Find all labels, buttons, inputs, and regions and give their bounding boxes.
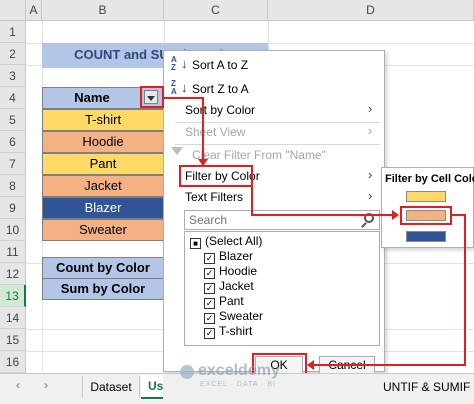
row-header-6[interactable]: 6 — [0, 131, 26, 153]
chevron-right-icon: › — [368, 101, 373, 116]
sheet-view-item[interactable]: Sheet View — [185, 123, 246, 141]
color-swatch-yellow[interactable] — [406, 191, 446, 202]
tab-scroll-right-icon[interactable]: › — [44, 378, 48, 392]
tab-active-sheet[interactable]: Us — [141, 375, 163, 399]
column-header-c[interactable]: C — [164, 0, 268, 21]
column-header-b[interactable]: B — [42, 0, 164, 21]
annotation-arrow — [164, 97, 204, 99]
item-cell[interactable]: Sweater — [42, 219, 164, 241]
row-header-7[interactable]: 7 — [0, 153, 26, 175]
chevron-right-icon: › — [368, 188, 373, 203]
item-cell[interactable]: T-shirt — [42, 109, 164, 131]
watermark-brand: exceldemy — [198, 362, 280, 379]
arrow-down-icon: ↓ — [181, 56, 188, 71]
checkbox-label: Jacket — [219, 279, 254, 293]
item-cell[interactable]: Blazer — [42, 197, 164, 219]
checkbox-item[interactable]: ✓ Pant — [204, 294, 244, 309]
checkbox-icon[interactable]: ✓ — [204, 268, 215, 279]
text-filters-item[interactable]: Text Filters — [185, 188, 243, 206]
highlight-dropdown-annotation — [140, 86, 164, 108]
row-header-15[interactable]: 15 — [0, 329, 26, 351]
submenu-title: Filter by Cell Color — [385, 173, 474, 185]
item-cell[interactable]: Jacket — [42, 175, 164, 197]
annotation-arrow — [202, 97, 204, 161]
checkbox-icon[interactable]: ✓ — [204, 328, 215, 339]
row-header-12[interactable]: 12 — [0, 263, 26, 285]
checkbox-icon[interactable]: ■ — [190, 238, 201, 249]
chevron-right-icon: › — [368, 167, 373, 182]
row-header-1[interactable]: 1 — [0, 21, 26, 43]
arrowhead-left-icon — [307, 360, 314, 370]
row-header-5[interactable]: 5 — [0, 109, 26, 131]
checkbox-item[interactable]: ✓ Sweater — [204, 309, 263, 324]
row-header-2[interactable]: 2 — [0, 43, 26, 65]
checkbox-label: Hoodie — [219, 264, 258, 278]
annotation-arrow — [251, 175, 253, 216]
row-header-10[interactable]: 10 — [0, 219, 26, 241]
exceldemy-logo-icon — [180, 365, 194, 379]
column-header-d[interactable]: D — [268, 0, 474, 21]
arrowhead-down-icon — [198, 159, 208, 166]
menu-separator — [175, 144, 380, 145]
annotation-arrow — [251, 214, 393, 216]
select-all-corner[interactable] — [0, 0, 26, 21]
checkbox-item[interactable]: ✓ Jacket — [204, 279, 254, 294]
tab-scroll-left-icon[interactable]: ‹ — [16, 378, 20, 392]
checkbox-item[interactable]: ✓ Hoodie — [204, 264, 257, 279]
checkbox-label: (Select All) — [205, 234, 263, 248]
row-header-3[interactable]: 3 — [0, 65, 26, 87]
sort-a-to-z-item[interactable]: Sort A to Z — [192, 56, 248, 74]
checkbox-label: Pant — [219, 294, 244, 308]
highlight-orange-swatch-annotation — [400, 206, 452, 225]
clear-filter-icon — [171, 147, 183, 155]
annotation-arrow — [314, 364, 466, 366]
row-header-4[interactable]: 4 — [0, 87, 26, 109]
tab-dataset[interactable]: Dataset — [82, 376, 140, 398]
row-header-9[interactable]: 9 — [0, 197, 26, 219]
search-input[interactable] — [184, 210, 380, 230]
row-header-11[interactable]: 11 — [0, 241, 26, 263]
checkbox-label: T-shirt — [219, 324, 253, 338]
row-header-13[interactable]: 13 — [0, 285, 26, 307]
clear-filter-item[interactable]: Clear Filter From "Name" — [192, 146, 326, 164]
color-swatch-blue[interactable] — [406, 231, 446, 242]
column-header-a[interactable]: A — [26, 0, 42, 21]
checkbox-label: Sweater — [219, 309, 264, 323]
chevron-right-icon: › — [368, 123, 373, 138]
arrowhead-right-icon — [392, 210, 399, 220]
row-header-8[interactable]: 8 — [0, 175, 26, 197]
highlight-filter-by-color-annotation — [179, 165, 253, 187]
annotation-arrow — [464, 214, 466, 366]
checkbox-item[interactable]: ✓ Blazer — [204, 249, 253, 264]
arrow-down-icon: ↓ — [181, 80, 188, 95]
tab-countif-sumif[interactable]: UNTIF & SUMIF Func — [383, 376, 474, 398]
row-header-16[interactable]: 16 — [0, 351, 26, 373]
sort-z-to-a-item[interactable]: Sort Z to A — [192, 80, 249, 98]
checkbox-item[interactable]: ✓ T-shirt — [204, 324, 252, 339]
sort-by-color-item[interactable]: Sort by Color — [185, 101, 255, 119]
checkbox-icon[interactable]: ✓ — [204, 283, 215, 294]
checkbox-item-select-all[interactable]: ■ (Select All) — [190, 234, 262, 249]
sum-by-color-cell[interactable]: Sum by Color — [42, 278, 164, 300]
name-header-label: Name — [74, 90, 110, 105]
watermark-tagline: EXCEL · DATA · BI — [200, 381, 276, 388]
checkbox-icon[interactable]: ✓ — [204, 253, 215, 264]
row-header-14[interactable]: 14 — [0, 307, 26, 329]
item-cell[interactable]: Hoodie — [42, 131, 164, 153]
item-cell[interactable]: Pant — [42, 153, 164, 175]
count-by-color-cell[interactable]: Count by Color — [42, 257, 164, 279]
checkbox-label: Blazer — [219, 249, 254, 263]
checkbox-icon[interactable]: ✓ — [204, 313, 215, 324]
checkbox-icon[interactable]: ✓ — [204, 298, 215, 309]
